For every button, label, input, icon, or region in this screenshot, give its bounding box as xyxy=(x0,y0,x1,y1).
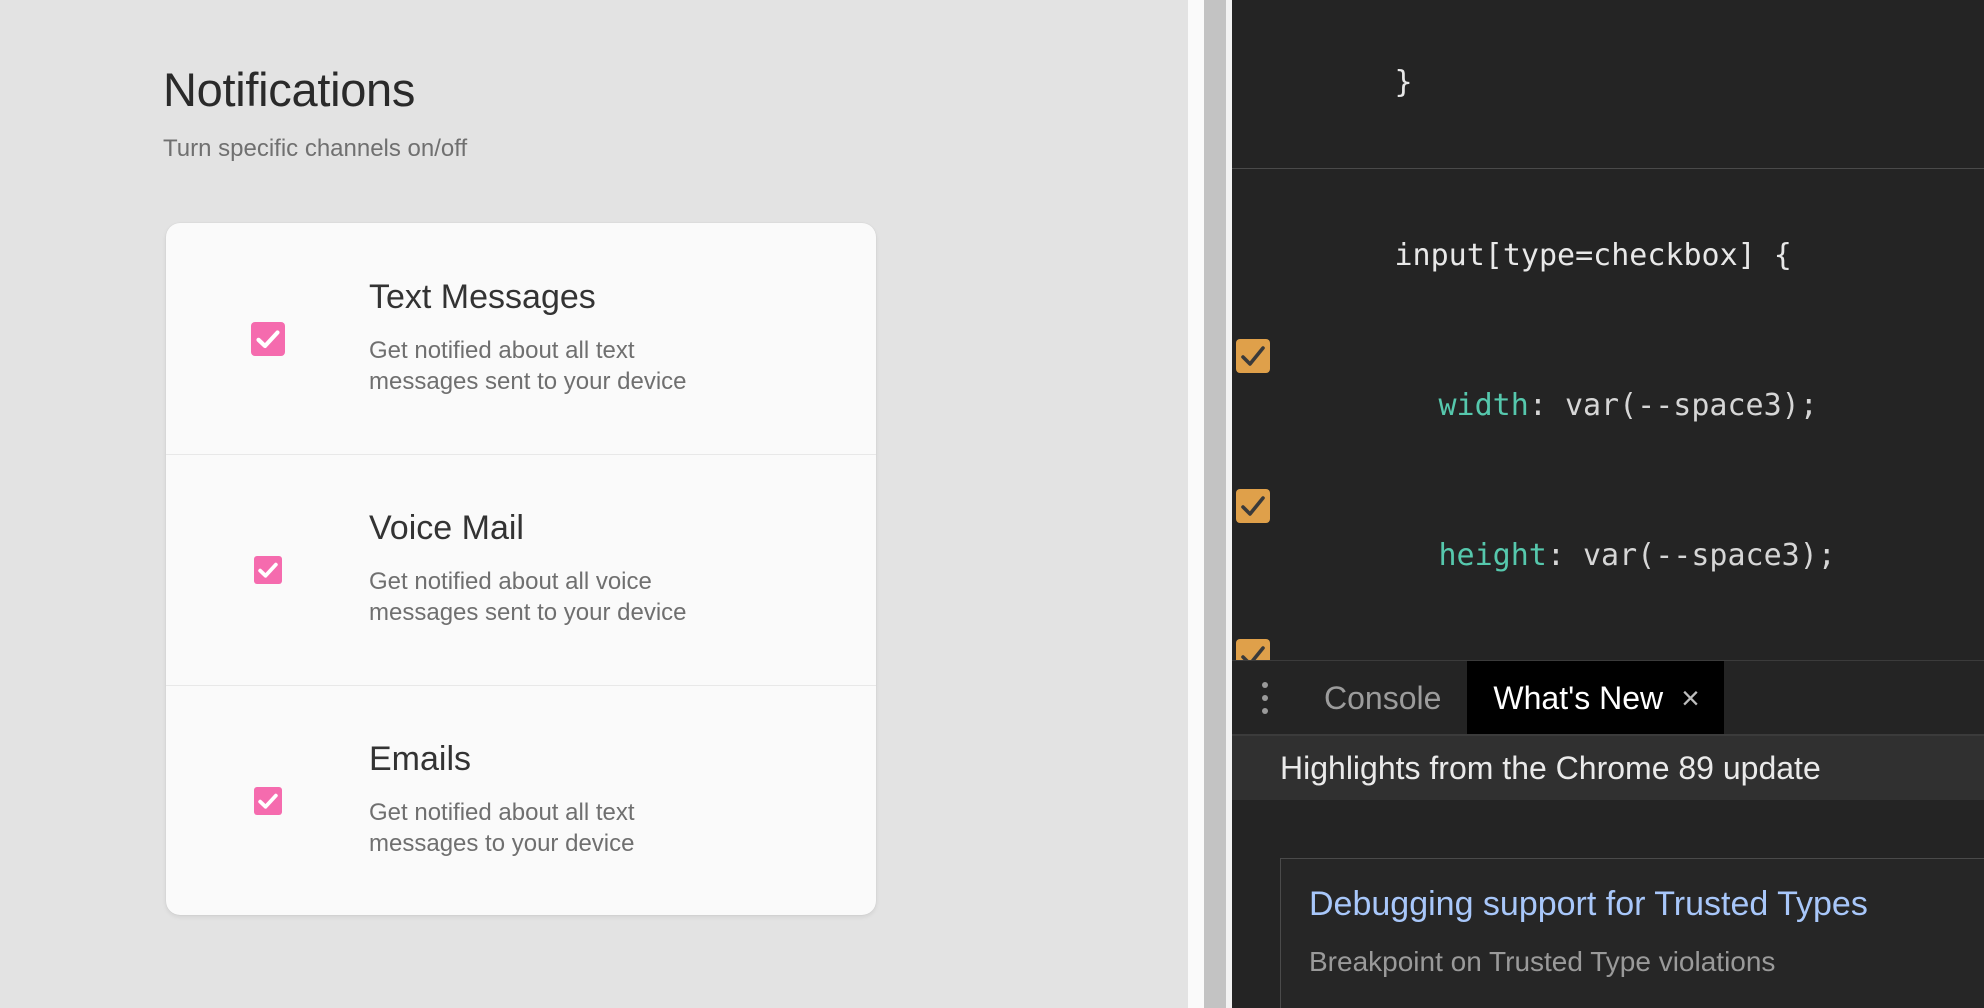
more-options-icon[interactable] xyxy=(1232,682,1298,714)
css-selector: input[type=checkbox] { xyxy=(1250,181,1984,331)
checkbox-cell xyxy=(166,556,369,584)
tab-console[interactable]: Console xyxy=(1298,661,1467,735)
page-preview: Notifications Turn specific channels on/… xyxy=(0,0,1188,1008)
css-property[interactable]: width xyxy=(1439,388,1529,423)
page-title: Notifications xyxy=(163,66,415,113)
channel-name: Text Messages xyxy=(369,280,852,314)
tab-label: What's New xyxy=(1493,680,1663,717)
styles-previous-rule: } xyxy=(1232,0,1984,168)
channel-name: Emails xyxy=(369,742,852,776)
close-icon[interactable]: × xyxy=(1681,680,1700,717)
whats-new-body: Debugging support for Trusted Types Brea… xyxy=(1232,800,1984,1008)
row-text: Voice Mail Get notified about all voice … xyxy=(369,511,876,628)
row-text: Emails Get notified about all text messa… xyxy=(369,742,876,859)
viewport-gutter xyxy=(1188,0,1204,1008)
whats-new-heading-bar: Highlights from the Chrome 89 update xyxy=(1232,736,1984,800)
checkbox-cell xyxy=(166,322,369,356)
css-value[interactable]: var(--space3); xyxy=(1583,538,1836,573)
page-scrollbar[interactable] xyxy=(1204,0,1226,1008)
devtools-panel: } input[type=checkbox] { width: var(--sp… xyxy=(1232,0,1984,1008)
declaration-toggle-checkbox[interactable] xyxy=(1236,489,1270,523)
checkbox-text-messages[interactable] xyxy=(251,322,285,356)
drawer-tab-strip: Console What's New × xyxy=(1232,660,1984,735)
channel-description: Get notified about all text messages to … xyxy=(369,798,729,859)
checkbox-cell xyxy=(166,787,369,815)
page-subtitle: Turn specific channels on/off xyxy=(163,137,467,161)
list-item[interactable]: Voice Mail Get notified about all voice … xyxy=(166,454,876,685)
declaration-toggle-checkbox[interactable] xyxy=(1236,339,1270,373)
tab-whats-new[interactable]: What's New × xyxy=(1467,661,1723,735)
article-link[interactable]: Debugging support for Trusted Types xyxy=(1309,885,1984,924)
css-declaration[interactable]: width: var(--space3); xyxy=(1250,331,1984,481)
channel-description: Get notified about all voice messages se… xyxy=(369,567,729,628)
notification-channels-card: Text Messages Get notified about all tex… xyxy=(166,223,876,915)
article-description: Breakpoint on Trusted Type violations xyxy=(1309,946,1984,978)
css-declaration[interactable]: height: var(--space3); xyxy=(1250,481,1984,631)
list-item[interactable]: Text Messages Get notified about all tex… xyxy=(166,223,876,454)
whats-new-article[interactable]: Debugging support for Trusted Types Brea… xyxy=(1280,858,1984,1008)
css-value[interactable]: var(--space3); xyxy=(1565,388,1818,423)
channel-description: Get notified about all text messages sen… xyxy=(369,336,729,397)
checkbox-voice-mail[interactable] xyxy=(254,556,282,584)
css-property[interactable]: height xyxy=(1439,538,1547,573)
row-text: Text Messages Get notified about all tex… xyxy=(369,280,876,397)
channel-name: Voice Mail xyxy=(369,511,852,545)
list-item[interactable]: Emails Get notified about all text messa… xyxy=(166,685,876,915)
checkbox-emails[interactable] xyxy=(254,787,282,815)
whats-new-heading: Highlights from the Chrome 89 update xyxy=(1232,750,1821,787)
closing-brace: } xyxy=(1395,65,1413,100)
